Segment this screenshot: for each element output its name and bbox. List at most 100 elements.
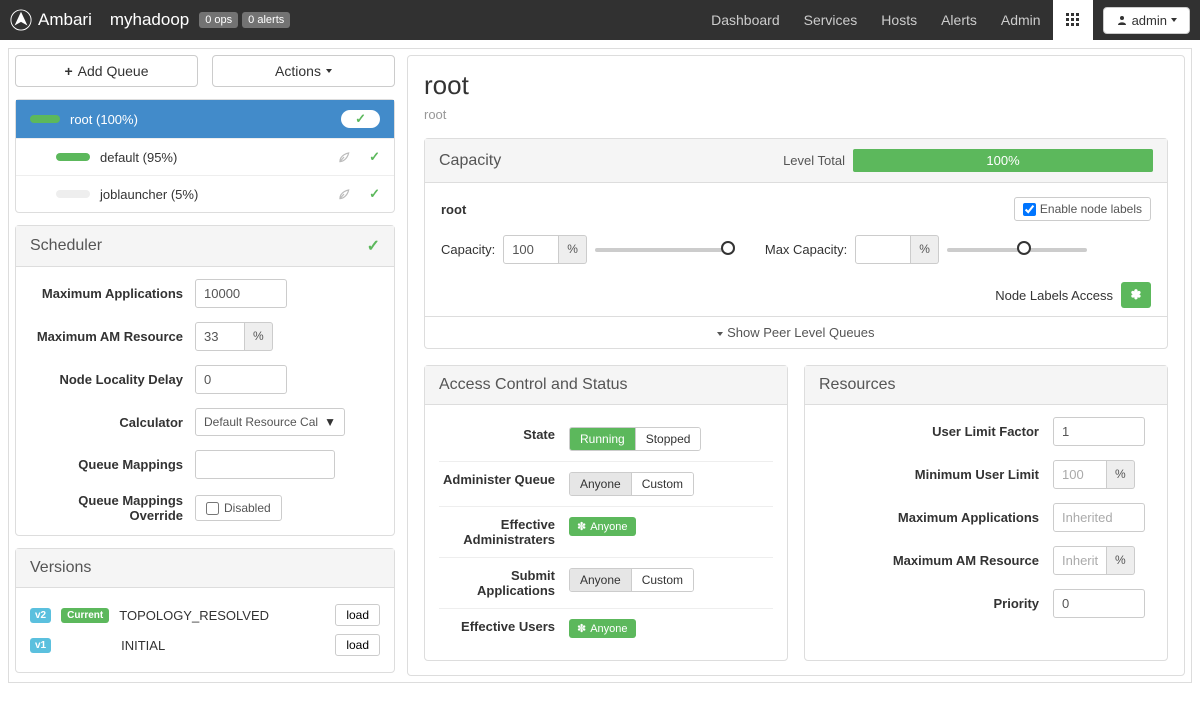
admin-user-button[interactable]: admin: [1103, 7, 1190, 34]
actions-button[interactable]: Actions: [212, 55, 395, 87]
nav-services[interactable]: Services: [792, 0, 870, 40]
capacity-bar-icon: [56, 190, 90, 198]
asterisk-icon: ✽: [577, 520, 586, 533]
capacity-title: Capacity: [439, 152, 501, 170]
page-title: root: [424, 70, 1168, 101]
anyone-option[interactable]: Anyone: [570, 473, 631, 495]
acs-panel: Access Control and Status State Running …: [424, 365, 788, 661]
leaf-icon: [337, 150, 351, 164]
priority-label: Priority: [819, 596, 1053, 611]
locality-input[interactable]: [195, 365, 287, 394]
caret-down-icon: [1171, 18, 1177, 22]
caret-down-icon: [717, 332, 723, 336]
nav-hosts[interactable]: Hosts: [869, 0, 929, 40]
stopped-option[interactable]: Stopped: [635, 428, 701, 450]
pct-addon: %: [245, 322, 273, 351]
ma-input[interactable]: [1053, 503, 1145, 532]
add-node-label-button[interactable]: ✽: [1121, 282, 1151, 308]
level-total-bar: 100%: [853, 149, 1153, 172]
priority-input[interactable]: [1053, 589, 1145, 618]
mappings-input[interactable]: [195, 450, 335, 479]
check-icon: ✓: [341, 110, 380, 128]
nav-alerts[interactable]: Alerts: [929, 0, 989, 40]
eff-users-label: Effective Users: [439, 619, 569, 634]
check-icon: ✓: [369, 186, 380, 202]
versions-panel: Versions v2 Current TOPOLOGY_RESOLVED lo…: [15, 548, 395, 673]
tree-default[interactable]: default (95%) ✓: [16, 139, 394, 176]
version-row: v2 Current TOPOLOGY_RESOLVED load: [30, 600, 380, 630]
leaf-icon: [337, 187, 351, 201]
queue-tree: root (100%) ✓ default (95%) ✓ joblaunche…: [15, 99, 395, 213]
calculator-select[interactable]: Default Resource Cal▼: [195, 408, 345, 436]
max-am-input[interactable]: [195, 322, 245, 351]
submit-apps-toggle[interactable]: Anyone Custom: [569, 568, 694, 592]
show-peer-queues-toggle[interactable]: Show Peer Level Queues: [425, 316, 1167, 348]
ops-badge[interactable]: 0 ops: [199, 12, 238, 28]
max-capacity-input[interactable]: [855, 235, 911, 264]
versions-title: Versions: [30, 559, 91, 577]
mul-label: Minimum User Limit: [819, 467, 1053, 482]
capacity-panel: Capacity Level Total 100% root Enable no…: [424, 138, 1168, 349]
scheduler-title: Scheduler: [30, 237, 102, 255]
version-tag[interactable]: v2: [30, 608, 51, 623]
ulf-input[interactable]: [1053, 417, 1145, 446]
max-apps-label: Maximum Applications: [30, 286, 195, 301]
tree-joblauncher[interactable]: joblauncher (5%) ✓: [16, 176, 394, 212]
running-option[interactable]: Running: [570, 428, 635, 450]
version-state: INITIAL: [121, 638, 165, 653]
state-toggle[interactable]: Running Stopped: [569, 427, 701, 451]
tree-root[interactable]: root (100%) ✓: [16, 100, 394, 139]
nav-dashboard[interactable]: Dashboard: [699, 0, 792, 40]
mappings-label: Queue Mappings: [30, 457, 195, 472]
resources-title: Resources: [819, 376, 895, 394]
anyone-tag: ✽Anyone: [569, 517, 636, 536]
check-icon: ✓: [367, 236, 380, 256]
anyone-tag: ✽Anyone: [569, 619, 636, 638]
breadcrumb[interactable]: root: [424, 107, 1168, 122]
asterisk-icon: ✽: [577, 622, 586, 635]
anyone-option[interactable]: Anyone: [570, 569, 631, 591]
ulf-label: User Limit Factor: [819, 424, 1053, 439]
override-checkbox[interactable]: Disabled: [195, 495, 282, 521]
calculator-label: Calculator: [30, 415, 195, 430]
max-am-label: Maximum AM Resource: [30, 329, 195, 344]
admin-queue-toggle[interactable]: Anyone Custom: [569, 472, 694, 496]
add-queue-button[interactable]: + Add Queue: [15, 55, 198, 87]
capacity-root-label: root: [441, 202, 466, 217]
check-icon: ✓: [369, 149, 380, 165]
apps-grid-icon[interactable]: [1053, 0, 1093, 40]
level-total-label: Level Total: [783, 153, 845, 168]
eff-admin-label: Effective Administraters: [439, 517, 569, 547]
alerts-badge[interactable]: 0 alerts: [242, 12, 290, 28]
ambari-logo-icon: [10, 9, 32, 31]
admin-queue-label: Administer Queue: [439, 472, 569, 487]
version-tag[interactable]: v1: [30, 638, 51, 653]
mul-input[interactable]: [1053, 460, 1107, 489]
max-capacity-slider[interactable]: [947, 248, 1087, 252]
user-icon: [1116, 14, 1128, 26]
capacity-bar-icon: [56, 153, 90, 161]
nav-admin[interactable]: Admin: [989, 0, 1053, 40]
cluster-name[interactable]: myhadoop: [110, 10, 189, 30]
capacity-bar-icon: [30, 115, 60, 123]
acs-title: Access Control and Status: [439, 376, 628, 394]
mam-input[interactable]: [1053, 546, 1107, 575]
locality-label: Node Locality Delay: [30, 372, 195, 387]
resources-panel: Resources User Limit Factor Minimum User…: [804, 365, 1168, 661]
version-row: v1 INITIAL load: [30, 630, 380, 660]
capacity-input[interactable]: [503, 235, 559, 264]
capacity-slider[interactable]: [595, 248, 735, 252]
current-tag: Current: [61, 608, 109, 623]
brand-name[interactable]: Ambari: [38, 10, 92, 30]
override-label: Queue Mappings Override: [30, 493, 195, 523]
custom-option[interactable]: Custom: [631, 569, 693, 591]
plus-icon: +: [64, 63, 72, 79]
enable-node-labels-checkbox[interactable]: Enable node labels: [1014, 197, 1151, 221]
load-button[interactable]: load: [335, 604, 380, 626]
max-apps-input[interactable]: [195, 279, 287, 308]
load-button[interactable]: load: [335, 634, 380, 656]
max-capacity-label: Max Capacity:: [765, 242, 847, 257]
top-navbar: Ambari myhadoop 0 ops 0 alerts Dashboard…: [0, 0, 1200, 40]
mam-label: Maximum AM Resource: [819, 553, 1053, 568]
custom-option[interactable]: Custom: [631, 473, 693, 495]
